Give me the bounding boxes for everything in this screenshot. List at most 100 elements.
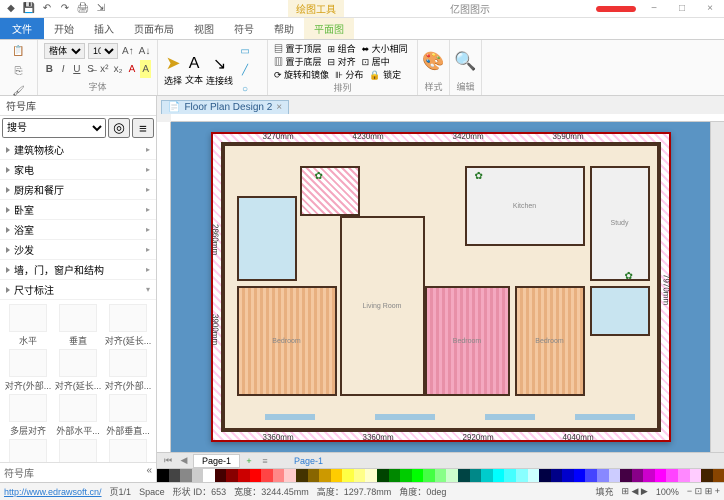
strike-icon[interactable]: S̶: [85, 60, 96, 78]
close-tab-icon[interactable]: ×: [276, 102, 282, 113]
color-swatch[interactable]: [504, 469, 516, 482]
select-tool-icon[interactable]: ➤: [165, 53, 180, 74]
room-bathroom[interactable]: [590, 286, 650, 336]
room-bedroom[interactable]: Bedroom: [515, 286, 585, 396]
room-living[interactable]: Living Room: [340, 216, 425, 396]
style-icon[interactable]: 🎨: [422, 51, 444, 72]
color-swatch[interactable]: [226, 469, 238, 482]
text-tool-icon[interactable]: A: [189, 55, 200, 73]
tab-layout[interactable]: 页面布局: [124, 18, 184, 39]
shape-item[interactable]: 对齐(外部...: [104, 349, 152, 392]
lock-button[interactable]: 🔒 锁定: [369, 68, 401, 81]
color-swatch[interactable]: [169, 469, 181, 482]
font-family-select[interactable]: 楷体: [44, 43, 85, 59]
zoom-nav-buttons[interactable]: ⊞ ◀ ▶: [621, 486, 647, 497]
page-first-button[interactable]: ⏮: [161, 455, 175, 466]
page-list-button[interactable]: ≡: [258, 456, 272, 466]
room-balcony[interactable]: [300, 166, 360, 216]
window-element[interactable]: [575, 414, 635, 420]
tab-symbols[interactable]: 符号: [224, 18, 264, 39]
color-swatch[interactable]: [157, 469, 169, 482]
color-swatch[interactable]: [655, 469, 667, 482]
size-button[interactable]: ⬌ 大小相同: [362, 42, 408, 55]
shape-item[interactable]: 垂直: [54, 304, 102, 347]
save-icon[interactable]: 💾: [22, 2, 36, 16]
copy-icon[interactable]: ⎘: [10, 62, 28, 80]
center-button[interactable]: ⊡ 居中: [362, 55, 390, 68]
window-element[interactable]: [485, 414, 535, 420]
tab-insert[interactable]: 插入: [84, 18, 124, 39]
color-swatch[interactable]: [713, 469, 724, 482]
color-swatch[interactable]: [412, 469, 424, 482]
send-back-button[interactable]: ▥ 置于底层: [274, 55, 322, 68]
zoom-controls[interactable]: − ⊡ ⊞ +: [687, 486, 720, 497]
color-swatch[interactable]: [192, 469, 204, 482]
color-swatch[interactable]: [296, 469, 308, 482]
color-swatch[interactable]: [238, 469, 250, 482]
italic-button[interactable]: I: [58, 60, 69, 78]
color-swatch[interactable]: [678, 469, 690, 482]
super-icon[interactable]: x²: [99, 60, 110, 78]
symbol-search-select[interactable]: 搜号: [2, 118, 106, 138]
tab-view[interactable]: 视图: [184, 18, 224, 39]
shape-item[interactable]: 多层对齐: [4, 394, 52, 437]
font-grow-icon[interactable]: A↑: [121, 42, 135, 60]
color-swatch[interactable]: [203, 469, 215, 482]
room-bathroom[interactable]: [237, 196, 297, 281]
color-swatch[interactable]: [551, 469, 563, 482]
group-button[interactable]: ⊞ 组合: [328, 42, 356, 55]
room-bedroom[interactable]: Bedroom: [425, 286, 510, 396]
room-study[interactable]: Study: [590, 166, 650, 281]
color-swatch[interactable]: [354, 469, 366, 482]
paste-icon[interactable]: 📋: [10, 42, 28, 60]
font-size-select[interactable]: 10: [88, 43, 118, 59]
underline-button[interactable]: U: [71, 60, 82, 78]
font-color-icon[interactable]: A: [127, 60, 138, 78]
shape-item[interactable]: 在外部标...: [54, 439, 102, 462]
tab-help[interactable]: 帮助: [264, 18, 304, 39]
color-swatch[interactable]: [609, 469, 621, 482]
file-tab[interactable]: 文件: [0, 18, 44, 39]
color-swatch[interactable]: [308, 469, 320, 482]
page-tab[interactable]: Page-1: [193, 454, 240, 468]
print-icon[interactable]: 🖨: [76, 2, 90, 16]
color-swatch[interactable]: [400, 469, 412, 482]
shape-item[interactable]: 水平: [4, 304, 52, 347]
color-swatch[interactable]: [666, 469, 678, 482]
window-element[interactable]: [375, 414, 435, 420]
redo-icon[interactable]: ↷: [58, 2, 72, 16]
color-swatch[interactable]: [273, 469, 285, 482]
color-swatch[interactable]: [458, 469, 470, 482]
shape-item[interactable]: 弧半径: [4, 439, 52, 462]
shape-item[interactable]: 对齐(外部...: [4, 349, 52, 392]
color-swatch[interactable]: [470, 469, 482, 482]
shape-rect-icon[interactable]: ▭: [236, 42, 254, 60]
tab-floorplan-context[interactable]: 平面图: [304, 18, 354, 39]
canvas-page[interactable]: 3270mm 4230mm 3420mm 3590mm 2860mm 3900m…: [211, 132, 671, 442]
shape-item[interactable]: 对齐(延长...: [104, 304, 152, 347]
category-item[interactable]: 浴室▸: [0, 220, 156, 240]
color-swatch[interactable]: [481, 469, 493, 482]
color-swatch[interactable]: [643, 469, 655, 482]
category-item[interactable]: 尺寸标注▾: [0, 280, 156, 300]
category-item[interactable]: 墙，门，窗户和结构▸: [0, 260, 156, 280]
bold-button[interactable]: B: [44, 60, 55, 78]
category-item[interactable]: 建筑物核心▸: [0, 140, 156, 160]
panel-collapse-icon[interactable]: «: [146, 465, 152, 480]
connector-tool-icon[interactable]: ↘: [213, 54, 226, 74]
page-prev-button[interactable]: ◀: [177, 455, 191, 466]
window-maximize-button[interactable]: □: [672, 3, 692, 14]
color-swatch[interactable]: [539, 469, 551, 482]
color-swatch[interactable]: [377, 469, 389, 482]
color-swatch[interactable]: [389, 469, 401, 482]
window-close-button[interactable]: ×: [700, 3, 720, 14]
category-item[interactable]: 家电▸: [0, 160, 156, 180]
room-bedroom[interactable]: Bedroom: [237, 286, 337, 396]
highlight-icon[interactable]: A: [140, 60, 151, 78]
color-swatch[interactable]: [690, 469, 702, 482]
page-tab-mirror[interactable]: Page-1: [294, 456, 323, 466]
category-item[interactable]: 厨房和餐厅▸: [0, 180, 156, 200]
sub-icon[interactable]: x₂: [113, 60, 124, 78]
color-swatch[interactable]: [180, 469, 192, 482]
category-item[interactable]: 卧室▸: [0, 200, 156, 220]
